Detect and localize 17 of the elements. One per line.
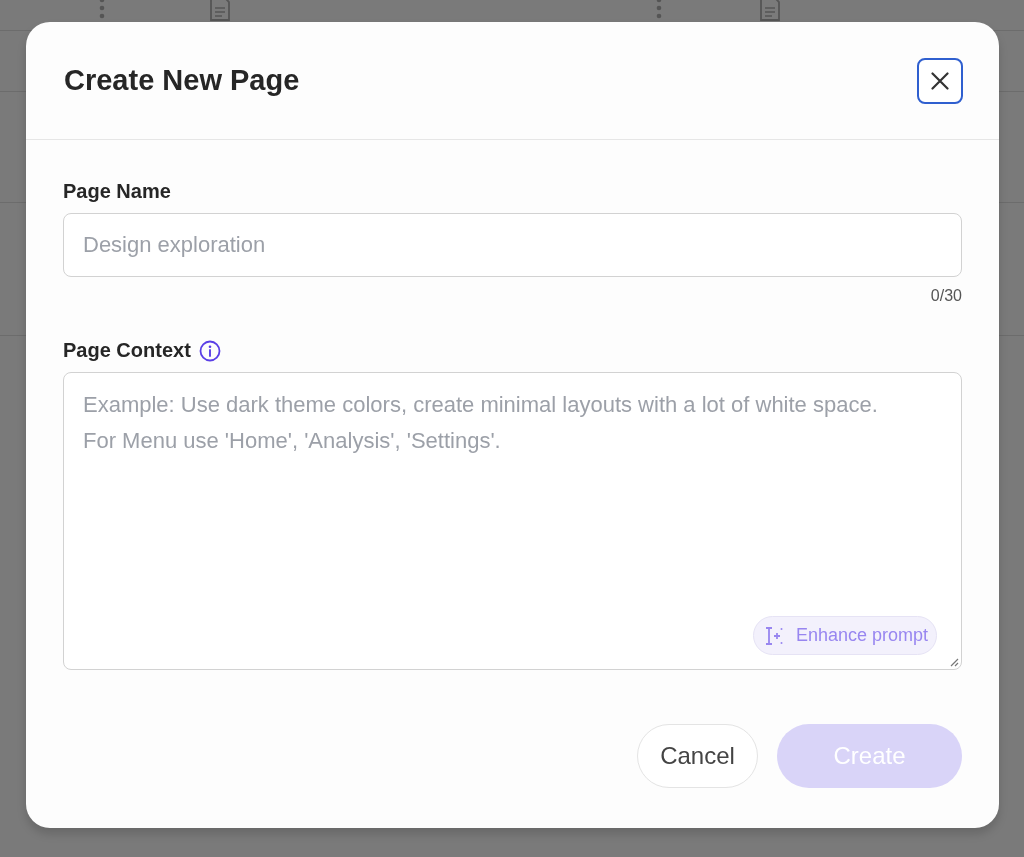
dialog-title: Create New Page xyxy=(64,64,300,97)
field-label: Page Context xyxy=(63,339,191,362)
close-icon xyxy=(931,71,949,90)
more-icon xyxy=(99,0,105,19)
field-label: Page Name xyxy=(63,180,171,203)
document-icon xyxy=(209,0,231,21)
enhance-prompt-button[interactable]: Enhance prompt xyxy=(752,616,937,655)
text-cursor-sparkle-icon xyxy=(763,626,784,645)
more-icon xyxy=(656,0,662,19)
page-name-field[interactable]: Design exploration xyxy=(63,213,962,277)
info-icon[interactable] xyxy=(198,339,221,362)
close-button[interactable] xyxy=(917,57,963,104)
character-counter: 0/30 xyxy=(930,287,962,305)
cancel-button[interactable]: Cancel xyxy=(637,724,758,788)
document-icon xyxy=(759,0,781,21)
resize-handle-icon[interactable] xyxy=(949,657,959,667)
page-context-field[interactable]: Example: Use dark theme colors, create minimal layouts with a lot of white space. For Menu use 'Home', 'Analysis', 'Settings'. Enhance prompt xyxy=(63,372,962,670)
